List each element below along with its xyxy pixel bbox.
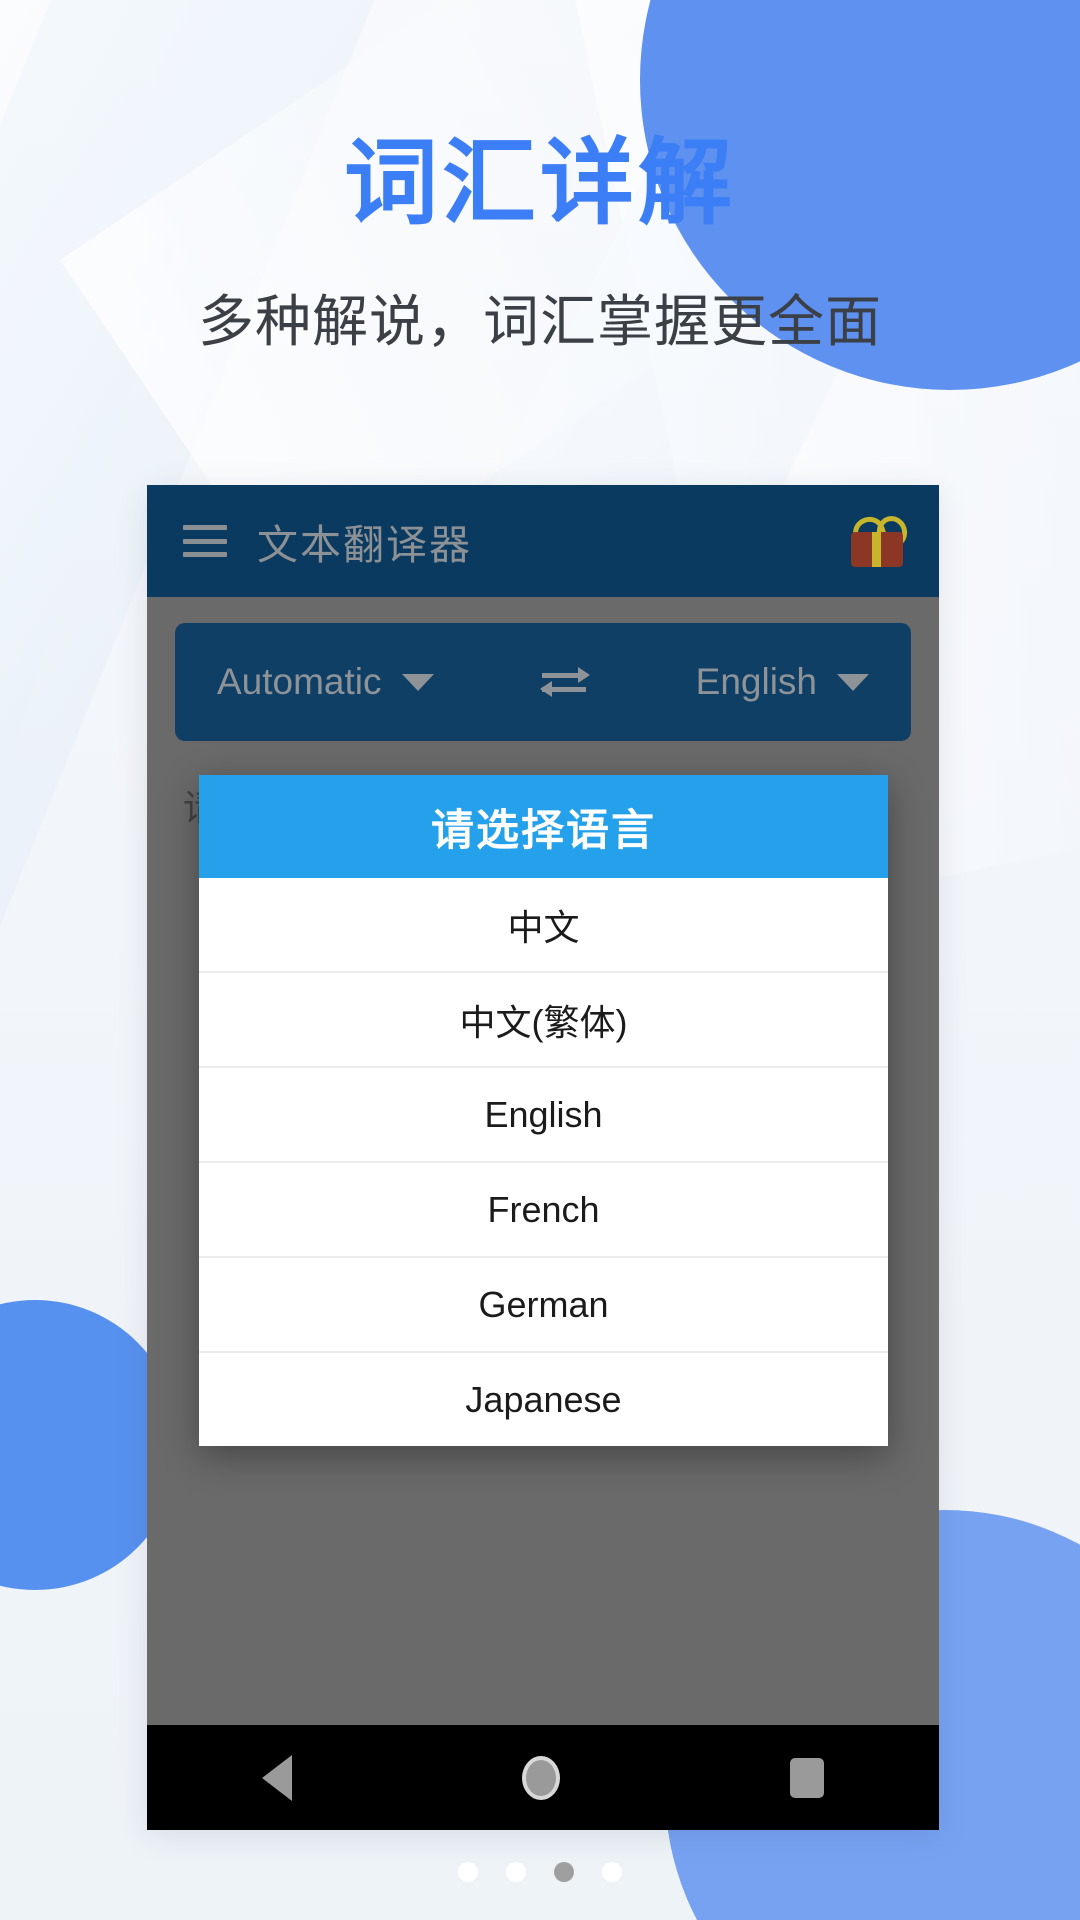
home-circle-icon[interactable]	[522, 1755, 560, 1800]
page-dot[interactable]	[602, 1862, 622, 1882]
language-select-dialog: 请选择语言 中文 中文(繁体) English French German Ja…	[199, 775, 888, 1446]
dialog-title: 请选择语言	[199, 775, 888, 878]
source-language-label: Automatic	[217, 661, 382, 702]
language-option-list: 中文 中文(繁体) English French German Japanese	[199, 878, 888, 1446]
source-language-selector[interactable]: Automatic	[217, 661, 434, 703]
language-option-french[interactable]: French	[199, 1163, 888, 1258]
language-option-japanese[interactable]: Japanese	[199, 1353, 888, 1446]
app-bar: 文本翻译器	[147, 485, 939, 597]
promo-screenshot: 词汇详解 多种解说，词汇掌握更全面 文本翻译器 Automatic Englis…	[0, 0, 1080, 1920]
target-language-selector[interactable]: English	[696, 661, 869, 703]
promo-subheadline: 多种解说，词汇掌握更全面	[198, 290, 882, 353]
page-dot[interactable]	[506, 1862, 526, 1882]
back-triangle-icon[interactable]	[262, 1754, 292, 1801]
language-selector-bar: Automatic English	[175, 623, 911, 741]
language-option-zh-tw[interactable]: 中文(繁体)	[199, 973, 888, 1068]
app-title: 文本翻译器	[257, 522, 472, 568]
page-dot[interactable]	[458, 1862, 478, 1882]
promo-headline: 词汇详解	[343, 130, 736, 235]
language-option-zh[interactable]: 中文	[199, 878, 888, 973]
target-language-label: English	[695, 661, 817, 702]
language-option-english[interactable]: English	[199, 1068, 888, 1163]
chevron-down-icon	[401, 673, 434, 691]
chevron-down-icon	[837, 673, 869, 691]
recents-square-icon[interactable]	[790, 1757, 824, 1798]
hamburger-menu-icon[interactable]	[183, 525, 227, 557]
swap-arrows-icon[interactable]	[538, 662, 592, 702]
android-nav-bar	[147, 1725, 939, 1830]
page-dot-active[interactable]	[554, 1862, 574, 1882]
language-option-german[interactable]: German	[199, 1258, 888, 1353]
gift-icon[interactable]	[849, 512, 912, 567]
page-indicator	[0, 1862, 1080, 1882]
